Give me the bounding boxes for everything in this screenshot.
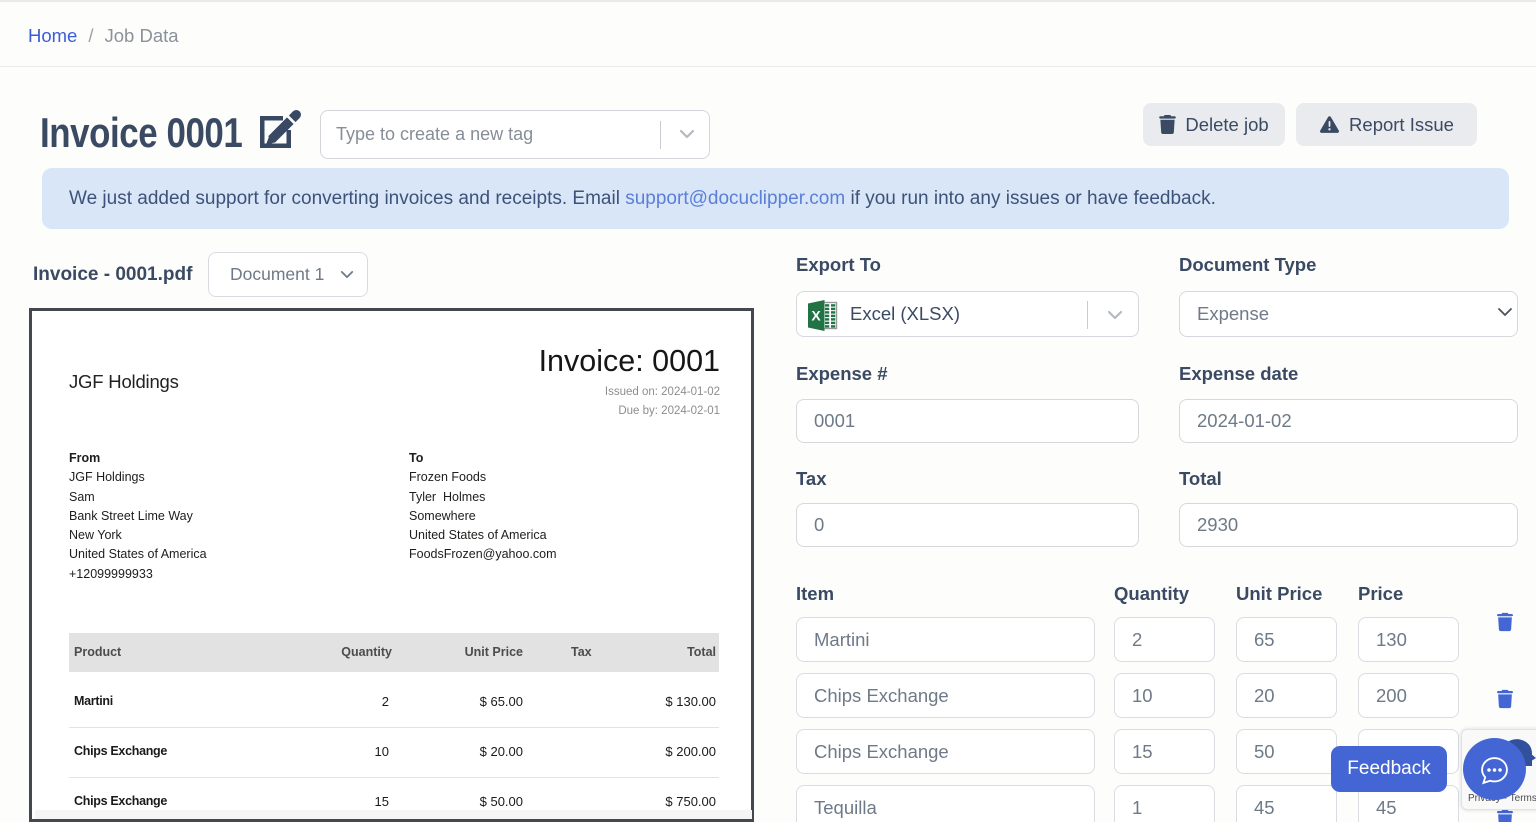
svg-text:X: X xyxy=(811,308,821,324)
